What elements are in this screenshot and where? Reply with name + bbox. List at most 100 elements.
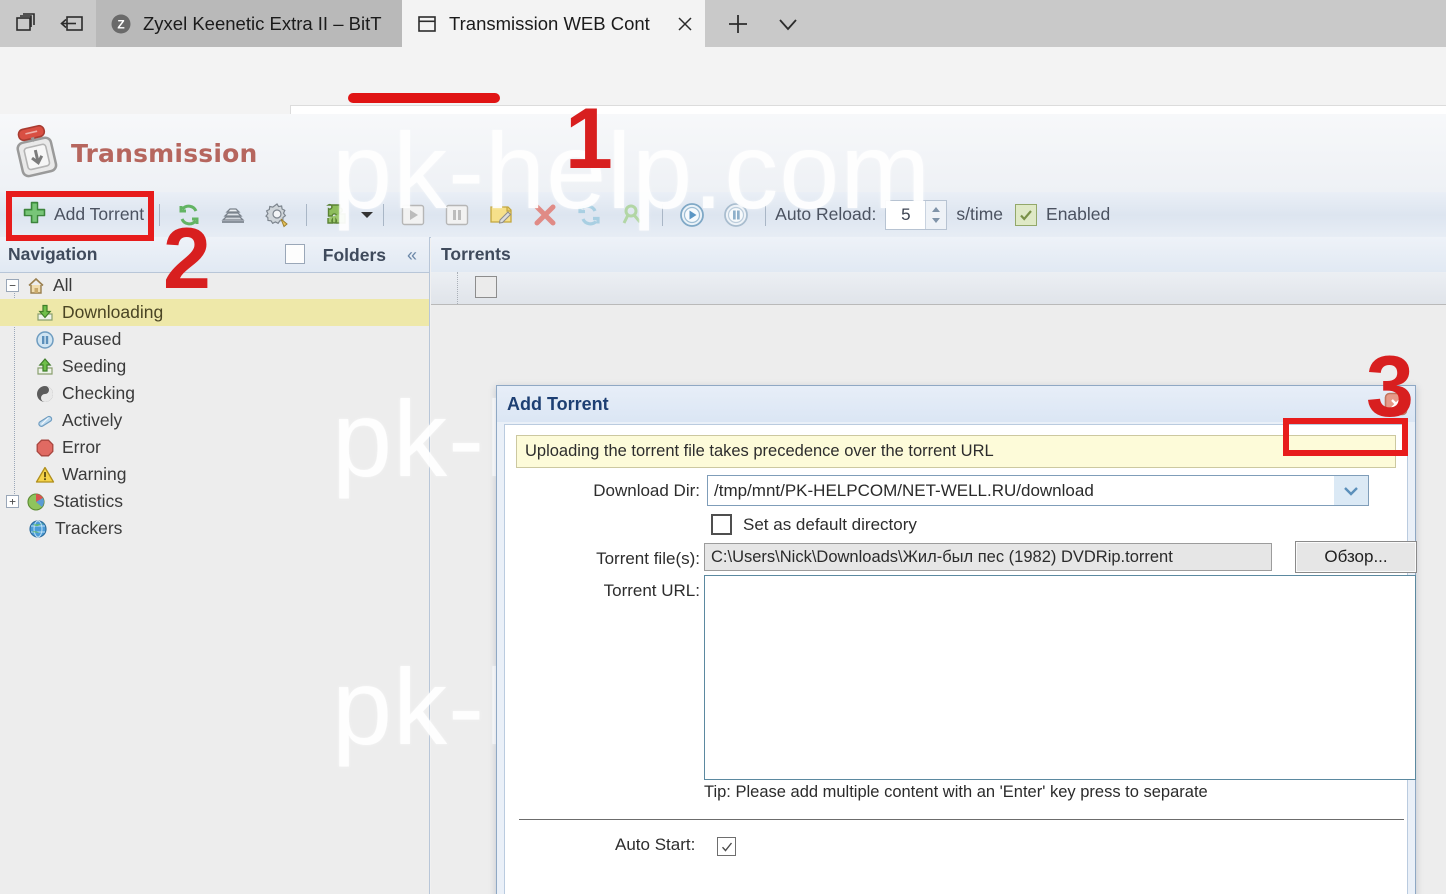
torrent-url-label: Torrent URL: [547,581,700,601]
pause-icon [34,329,56,351]
sidebar-item-error[interactable]: Error [0,434,429,461]
sidebar-item-label: Seeding [62,356,126,377]
add-torrent-button[interactable]: Add Torrent [14,198,152,232]
sidebar-item-statistics[interactable]: + Statistics [0,488,429,515]
dialog-notice-text: Uploading the torrent file takes precede… [525,442,994,461]
tree-toggle-plus-icon[interactable]: + [6,495,19,508]
sidebar-item-warning[interactable]: Warning [0,461,429,488]
pie-chart-icon [25,491,47,513]
dialog-title-bar: Add Torrent [497,386,1415,422]
announce-tracker-icon[interactable] [616,198,650,232]
start-torrent-icon[interactable] [396,198,430,232]
recheck-torrent-icon[interactable] [572,198,606,232]
sidebar-item-label: Checking [62,383,135,404]
transmission-brand: Transmission [8,123,258,184]
upload-icon [34,356,56,378]
sidebar-item-label: All [53,275,72,296]
torrent-url-textarea[interactable] [704,575,1416,780]
app-logo-bar: Transmission [0,114,1446,193]
download-dir-label: Download Dir: [565,481,700,501]
set-default-directory-row[interactable]: Set as default directory [711,514,917,535]
sidebar-item-label: Actively [62,410,122,431]
folders-label: Folders [323,245,386,266]
tab-strip-left-icons [0,0,96,47]
auto-start-label: Auto Start: [615,835,695,855]
folders-checkbox[interactable] [285,244,305,264]
torrent-file-label: Torrent file(s): [540,549,700,569]
checking-icon [34,383,56,405]
edit-note-icon[interactable] [484,198,518,232]
toolbar-separator [765,204,766,226]
navigation-title: Navigation [8,244,97,265]
dialog-title: Add Torrent [507,394,609,415]
toolbar-separator [159,204,160,226]
start-all-icon[interactable] [675,198,709,232]
sidebar-item-label: Downloading [62,302,163,323]
dropdown-caret-icon[interactable] [358,198,376,232]
preferences-gear-icon[interactable] [260,198,294,232]
auto-reload-value: 5 [886,205,925,225]
auto-reload-enabled-label: Enabled [1046,204,1110,225]
add-torrent-dialog: Add Torrent Uploading the torrent file t… [496,385,1416,894]
chevron-down-icon[interactable] [772,9,804,39]
browser-tab-1[interactable]: Z Zyxel Keenetic Extra II – BitT [96,0,402,47]
dialog-notice: Uploading the torrent file takes precede… [516,435,1396,468]
app-toolbar: Add Torrent [0,192,1446,238]
select-all-checkbox[interactable] [475,276,497,298]
download-icon [34,302,56,324]
torrent-file-input[interactable]: C:\Users\Nick\Downloads\Жил-был пес (198… [704,543,1272,571]
browser-tab-1-title: Zyxel Keenetic Extra II – BitT [143,13,382,35]
sidebar-item-label: Warning [62,464,127,485]
spinner-arrows-icon[interactable] [925,201,946,229]
refresh-torrents-icon[interactable] [172,198,206,232]
browse-button[interactable]: Обзор... [1295,541,1417,573]
sidebar-item-actively[interactable]: Actively [0,407,429,434]
grid-column-divider [457,272,459,304]
add-plus-icon [22,200,47,230]
toolbar-separator [383,204,384,226]
auto-reload-unit: s/time [956,204,1003,225]
set-default-directory-label: Set as default directory [743,515,917,535]
globe-icon [27,518,49,540]
dialog-divider [519,819,1404,820]
warning-icon [34,464,56,486]
puzzle-plugin-icon[interactable] [319,198,353,232]
browser-nav-bar: 192.168.1.1:8090/transmission/web/ [0,47,1446,114]
new-tab-button[interactable] [722,9,754,39]
pause-all-icon[interactable] [719,198,753,232]
remove-torrent-icon[interactable] [528,198,562,232]
auto-start-checkbox[interactable] [717,837,736,856]
dialog-body: Uploading the torrent file takes precede… [504,424,1408,894]
collapse-chevrons-icon[interactable]: « [407,245,417,266]
auto-reload-enabled-checkbox[interactable] [1015,204,1037,226]
pause-torrent-icon[interactable] [440,198,474,232]
browser-tab-2[interactable]: Transmission WEB Cont [402,0,705,47]
add-torrent-label: Add Torrent [54,204,144,225]
server-stack-icon[interactable] [216,198,250,232]
close-icon[interactable] [674,13,696,35]
sidebar-item-trackers[interactable]: Trackers [0,515,429,542]
torrent-file-value: C:\Users\Nick\Downloads\Жил-был пес (198… [711,548,1173,567]
app-logo-text: Transmission [71,139,258,168]
sidebar-item-paused[interactable]: Paused [0,326,429,353]
error-icon [34,437,56,459]
auto-reload-input[interactable]: 5 [885,200,947,230]
svg-text:Z: Z [117,17,124,31]
sidebar-item-label: Trackers [55,518,122,539]
sidebar-item-label: Error [62,437,101,458]
set-default-directory-checkbox[interactable] [711,514,732,535]
set-aside-tabs-icon[interactable] [48,0,96,47]
close-icon[interactable] [1384,392,1408,416]
sidebar-item-downloading[interactable]: Downloading [0,299,429,326]
active-icon [34,410,56,432]
download-dir-input[interactable]: /tmp/mnt/PK-HELPCOM/NET-WELL.RU/download [707,475,1369,506]
browse-button-label: Обзор... [1324,547,1387,567]
navigation-header: Navigation Folders « [0,237,429,273]
sidebar-item-checking[interactable]: Checking [0,380,429,407]
sidebar-item-seeding[interactable]: Seeding [0,353,429,380]
sidebar-item-all[interactable]: − All [0,272,429,299]
tab-preview-icon[interactable] [0,0,48,47]
chevron-down-icon[interactable] [1334,476,1368,505]
navigation-tree: − All Downloading Paused [0,272,429,542]
tree-toggle-minus-icon[interactable]: − [6,279,19,292]
